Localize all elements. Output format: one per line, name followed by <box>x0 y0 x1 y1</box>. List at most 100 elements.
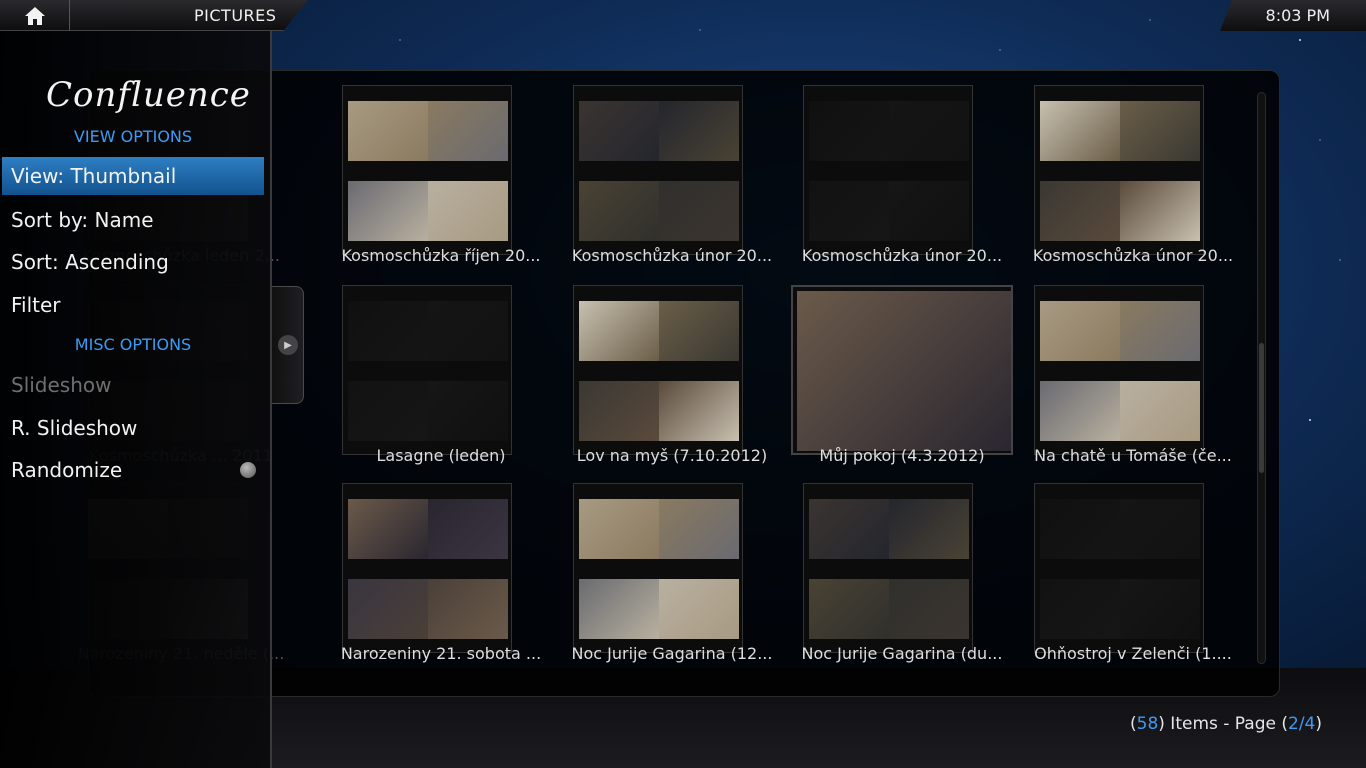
page-indicator: 2/4 <box>1288 714 1316 734</box>
photo-preview <box>889 101 969 161</box>
grid-item[interactable]: Noc Jurije Gagarina (du... <box>787 468 1017 663</box>
folder-thumbnail <box>791 285 1013 455</box>
photo-preview <box>428 381 508 441</box>
photo-preview <box>348 579 428 639</box>
folder-thumbnail <box>1034 285 1204 455</box>
photo-preview <box>659 301 739 361</box>
photo-preview <box>1120 381 1200 441</box>
grid-item-label: Lasagne (leden) <box>376 446 506 465</box>
grid-item[interactable]: Ohňostroj v Zelenči (1.... <box>1018 468 1248 663</box>
grid-item-label: Můj pokoj (4.3.2012) <box>819 446 985 465</box>
items-total: 58 <box>1136 714 1159 734</box>
photo-preview <box>1040 499 1120 559</box>
photo-preview <box>428 101 508 161</box>
photo-preview <box>1040 181 1120 241</box>
folder-thumbnail <box>342 483 512 653</box>
grid-item[interactable]: Na chatě u Tomáše (če... <box>1018 270 1248 465</box>
folder-thumbnail <box>1034 483 1204 653</box>
menu-sort-by[interactable]: Sort by: Name <box>2 201 264 239</box>
menu-slideshow[interactable]: Slideshow <box>2 366 264 404</box>
folder-thumbnail <box>342 85 512 255</box>
grid-item[interactable]: Kosmoschůzka říjen 20... <box>326 70 556 265</box>
photo-preview <box>348 301 428 361</box>
photo-preview <box>579 381 659 441</box>
grid-item[interactable]: Kosmoschůzka únor 20... <box>787 70 1017 265</box>
photo-preview <box>1040 381 1120 441</box>
photo-preview <box>1120 101 1200 161</box>
photo-preview <box>1120 181 1200 241</box>
photo-preview <box>889 499 969 559</box>
grid-item-label: Na chatě u Tomáše (če... <box>1034 446 1232 465</box>
grid-item[interactable]: Kosmoschůzka únor 20... <box>1018 70 1248 265</box>
home-button[interactable] <box>0 0 70 31</box>
photo-preview <box>889 579 969 639</box>
folder-thumbnail <box>573 483 743 653</box>
misc-options-title: MISC OPTIONS <box>74 335 192 354</box>
photo-preview <box>1040 301 1120 361</box>
randomize-toggle[interactable] <box>240 462 256 478</box>
photo-preview <box>1040 579 1120 639</box>
grid-item[interactable]: Můj pokoj (4.3.2012) <box>787 270 1017 465</box>
scrollbar[interactable] <box>1257 92 1266 664</box>
photo-preview <box>1120 579 1200 639</box>
grid-item-label: Ohňostroj v Zelenči (1.... <box>1034 644 1232 663</box>
grid-item[interactable]: Narozeniny 21. sobota ... <box>326 468 556 663</box>
side-menu-tab[interactable]: ▶ <box>272 286 304 404</box>
folder-thumbnail <box>573 85 743 255</box>
photo-preview <box>579 101 659 161</box>
photo-preview <box>809 101 889 161</box>
folder-thumbnail <box>342 285 512 455</box>
grid-item-label: Kosmoschůzka únor 20... <box>571 246 773 265</box>
photo-preview <box>659 499 739 559</box>
grid-item-label: Kosmoschůzka únor 20... <box>801 246 1003 265</box>
scrollbar-thumb[interactable] <box>1259 343 1264 473</box>
photo-preview <box>659 181 739 241</box>
folder-thumbnail <box>803 85 973 255</box>
photo-preview <box>1120 301 1200 361</box>
view-options-title: VIEW OPTIONS <box>73 127 193 146</box>
grid-item[interactable]: Lov na myš (7.10.2012) <box>557 270 787 465</box>
side-menu: Confluence VIEW OPTIONS View: Thumbnail … <box>0 31 272 768</box>
home-icon <box>24 6 45 25</box>
photo-preview <box>659 579 739 639</box>
grid-item[interactable]: Lasagne (leden) <box>326 270 556 465</box>
grid-item-label: Narozeniny 21. sobota ... <box>340 644 542 663</box>
topbar-left: PICTURES <box>0 0 308 31</box>
confluence-logo: Confluence <box>46 75 251 115</box>
grid-item-label: Lov na myš (7.10.2012) <box>576 446 768 465</box>
grid-item[interactable]: Noc Jurije Gagarina (12... <box>557 468 787 663</box>
menu-randomize[interactable]: Randomize <box>2 451 264 489</box>
footer-paren: ( <box>1129 714 1137 734</box>
photo-preview <box>809 181 889 241</box>
photo-preview <box>809 499 889 559</box>
menu-random-slideshow[interactable]: R. Slideshow <box>2 409 264 447</box>
clock: 8:03 PM <box>1265 6 1330 25</box>
photo-preview <box>659 381 739 441</box>
photo-preview <box>659 101 739 161</box>
photo-preview <box>889 181 969 241</box>
grid-item-label: Noc Jurije Gagarina (du... <box>801 644 1003 663</box>
menu-filter[interactable]: Filter <box>2 286 264 324</box>
topbar-right: 8:03 PM <box>1220 0 1366 31</box>
footer-items-text: ) Items - Page ( <box>1158 714 1288 734</box>
menu-view-thumbnail[interactable]: View: Thumbnail <box>2 157 264 195</box>
photo-preview <box>579 181 659 241</box>
folder-thumbnail <box>573 285 743 455</box>
photo-preview <box>797 291 1011 451</box>
folder-thumbnail <box>803 483 973 653</box>
photo-preview <box>1040 101 1120 161</box>
photo-preview <box>348 499 428 559</box>
photo-preview <box>428 499 508 559</box>
grid-item[interactable]: Kosmoschůzka únor 20... <box>557 70 787 265</box>
photo-preview <box>809 579 889 639</box>
photo-preview <box>428 579 508 639</box>
menu-randomize-label: Randomize <box>11 458 123 482</box>
item-count: (58) Items - Page (2/4) <box>1130 714 1322 734</box>
photo-preview <box>579 499 659 559</box>
menu-sort-order[interactable]: Sort: Ascending <box>2 243 264 281</box>
photo-preview <box>579 301 659 361</box>
photo-preview <box>428 181 508 241</box>
grid-item-label: Noc Jurije Gagarina (12... <box>571 644 773 663</box>
chevron-right-icon: ▶ <box>278 335 298 355</box>
photo-preview <box>348 381 428 441</box>
